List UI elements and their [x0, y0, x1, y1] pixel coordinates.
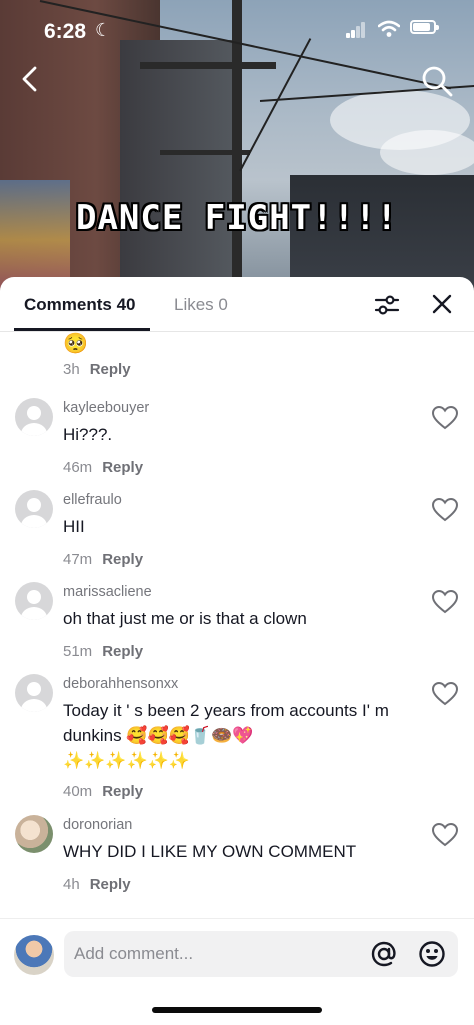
signal-icon	[346, 22, 366, 38]
filter-icon[interactable]	[374, 293, 400, 317]
default-avatar-icon[interactable]	[15, 490, 53, 528]
close-icon[interactable]	[431, 293, 453, 315]
comment-username[interactable]: doronorian	[63, 817, 132, 833]
comment-meta: 51m Reply	[63, 643, 143, 660]
comment-meta: 47m Reply	[63, 551, 143, 568]
comments-tab-bar: Comments 40 Likes 0	[0, 277, 474, 332]
comment-time: 3h	[63, 361, 80, 378]
reply-button[interactable]: Reply	[102, 643, 143, 660]
comment-text: Hi???.	[63, 425, 113, 444]
home-indicator	[152, 1007, 322, 1013]
reply-button[interactable]: Reply	[102, 783, 143, 800]
comment-item: 🥺 3h Reply	[0, 332, 474, 392]
comment-item: kayleebouyer Hi???. 46m Reply	[0, 398, 474, 488]
reply-button[interactable]: Reply	[90, 361, 131, 378]
user-photo-avatar[interactable]	[15, 815, 53, 853]
comment-text-line: ✨✨✨✨✨✨	[63, 751, 191, 770]
comment-text-line: dunkins 🥰🥰🥰🥤🍩💖	[63, 726, 254, 745]
comment-input[interactable]: Add comment...	[64, 931, 458, 977]
search-icon[interactable]	[420, 64, 454, 98]
reply-button[interactable]: Reply	[90, 876, 131, 893]
comment-time: 40m	[63, 783, 93, 800]
video-background[interactable]: 6:28 ☾ DANCE FIGHT!!!!	[0, 0, 474, 300]
active-tab-indicator	[14, 328, 150, 331]
reply-button[interactable]: Reply	[102, 459, 143, 476]
comments-sheet: Comments 40 Likes 0 🥺 3h Reply kayleebouy…	[0, 277, 474, 1025]
comment-username[interactable]: deborahhensonxx	[63, 676, 178, 692]
emoji-icon[interactable]	[418, 940, 446, 968]
default-avatar-icon[interactable]	[15, 398, 53, 436]
comment-meta: 40m Reply	[63, 783, 143, 800]
comment-input-placeholder: Add comment...	[74, 944, 194, 963]
comment-username[interactable]: marissacliene	[63, 584, 152, 600]
heart-icon[interactable]	[432, 823, 458, 847]
battery-icon	[410, 20, 439, 34]
heart-icon[interactable]	[432, 406, 458, 430]
battery-fill	[413, 23, 430, 31]
comment-username[interactable]: kayleebouyer	[63, 400, 149, 416]
utility-crossbar	[160, 150, 250, 155]
comment-item: deborahhensonxx Today it ' s been 2 year…	[0, 674, 474, 814]
default-avatar-icon[interactable]	[15, 674, 53, 712]
video-overlay-caption: DANCE FIGHT!!!!	[75, 198, 399, 238]
heart-icon[interactable]	[432, 590, 458, 614]
utility-crossbar	[140, 62, 276, 69]
comment-text: WHY DID I LIKE MY OWN COMMENT	[63, 842, 357, 861]
comment-meta: 3h Reply	[63, 361, 131, 378]
heart-icon[interactable]	[432, 498, 458, 522]
tab-likes[interactable]: Likes 0	[174, 295, 228, 315]
wifi-icon	[378, 20, 400, 37]
cloud-shape	[380, 130, 474, 175]
comment-input-bar: Add comment...	[0, 918, 474, 991]
default-avatar-icon[interactable]	[15, 582, 53, 620]
comment-text: HII	[63, 517, 85, 536]
comment-item: ellefraulo HII 47m Reply	[0, 490, 474, 580]
comment-time: 47m	[63, 551, 93, 568]
comment-meta: 46m Reply	[63, 459, 143, 476]
comment-text: oh that just me or is that a clown	[63, 609, 307, 628]
my-avatar[interactable]	[14, 935, 54, 975]
comment-text-line: Today it ' s been 2 years from accounts …	[63, 701, 389, 720]
comment-text: 🥺	[63, 333, 88, 355]
comment-meta: 4h Reply	[63, 876, 131, 893]
comment-item: doronorian WHY DID I LIKE MY OWN COMMENT…	[0, 815, 474, 905]
at-icon[interactable]	[370, 940, 398, 968]
back-arrow-icon[interactable]	[16, 64, 46, 94]
building-middle	[120, 40, 240, 300]
tab-comments[interactable]: Comments 40	[24, 295, 135, 315]
comment-time: 51m	[63, 643, 93, 660]
comment-username[interactable]: ellefraulo	[63, 492, 122, 508]
comment-item: marissacliene oh that just me or is that…	[0, 582, 474, 672]
comment-time: 4h	[63, 876, 80, 893]
comment-time: 46m	[63, 459, 93, 476]
moon-icon: ☾	[95, 20, 112, 40]
status-time: 6:28	[44, 20, 87, 43]
reply-button[interactable]: Reply	[102, 551, 143, 568]
status-bar: 6:28 ☾	[0, 0, 474, 60]
heart-icon[interactable]	[432, 682, 458, 706]
